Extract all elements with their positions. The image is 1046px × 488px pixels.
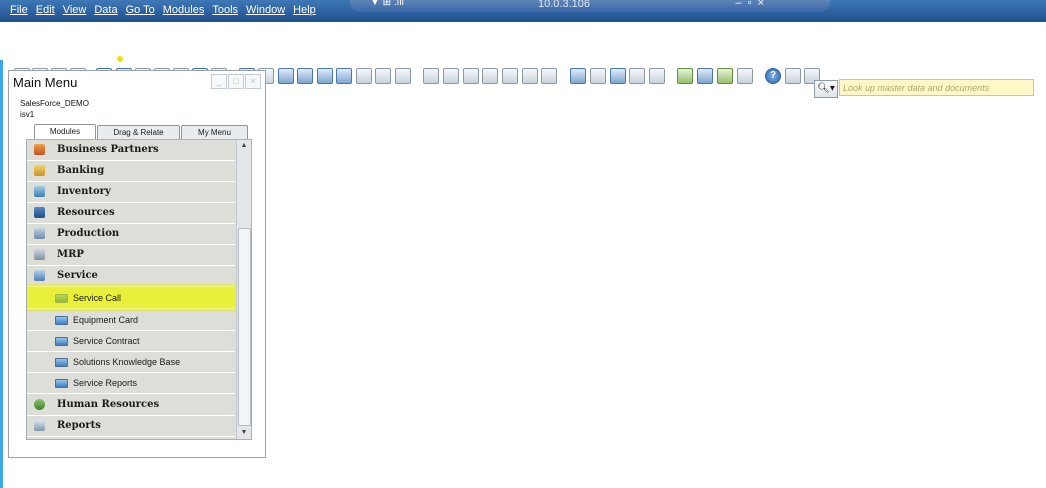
reports-icon xyxy=(34,420,45,431)
desktop-edge xyxy=(0,60,3,488)
filter-icon[interactable] xyxy=(375,68,391,84)
company-name: SalesForce_DEMO xyxy=(20,99,89,108)
menu-item-solutions-knowledge-base[interactable]: Solutions Knowledge Base xyxy=(27,352,235,373)
module-reports[interactable]: Reports xyxy=(27,416,235,437)
base-document-icon[interactable] xyxy=(423,68,439,84)
menu-edit[interactable]: Edit xyxy=(32,4,59,16)
menu-tools[interactable]: Tools xyxy=(208,4,242,16)
messages-icon[interactable] xyxy=(697,68,713,84)
menu-file[interactable]: File xyxy=(6,4,32,16)
layout-icon[interactable] xyxy=(522,68,538,84)
tab-my-menu[interactable]: My Menu xyxy=(181,125,248,140)
menu-window[interactable]: Window xyxy=(242,4,289,16)
previous-record-icon[interactable] xyxy=(297,68,313,84)
main-menu-window: Main Menu _ □ × SalesForce_DEMO isv1 Mod… xyxy=(8,70,266,458)
module-banking[interactable]: Banking xyxy=(27,161,235,182)
close-icon[interactable]: × xyxy=(245,74,261,89)
main-menu-title: Main Menu xyxy=(13,75,78,90)
form-icon xyxy=(55,316,68,325)
window-controls-icon[interactable]: –▫× xyxy=(736,0,770,9)
business-partners-icon xyxy=(34,144,45,155)
module-mrp[interactable]: MRP xyxy=(27,245,235,266)
settings-icon[interactable] xyxy=(785,68,801,84)
folder-icon xyxy=(55,379,68,388)
menu-item-service-call[interactable]: Service Call xyxy=(27,284,241,312)
sort-icon[interactable] xyxy=(395,68,411,84)
help-icon[interactable]: ? xyxy=(765,68,781,84)
form-icon xyxy=(55,358,68,367)
mrp-icon xyxy=(34,249,45,260)
cursor-marker xyxy=(117,56,123,62)
search-input[interactable]: Look up master data and documents xyxy=(839,79,1034,96)
form-icon xyxy=(55,294,68,303)
production-icon xyxy=(34,228,45,239)
toolbar: ? xyxy=(0,32,1046,84)
form-icon xyxy=(55,337,68,346)
tab-modules[interactable]: Modules xyxy=(34,124,96,140)
module-inventory[interactable]: Inventory xyxy=(27,182,235,203)
scroll-thumb[interactable] xyxy=(238,228,251,426)
search-button[interactable]: 🔍︎▾ xyxy=(814,80,838,98)
approve-icon[interactable] xyxy=(610,68,626,84)
message-icon[interactable] xyxy=(629,68,645,84)
inventory-icon xyxy=(34,186,45,197)
minimize-icon[interactable]: _ xyxy=(211,74,227,89)
new-document-icon[interactable] xyxy=(590,68,606,84)
calculator-icon[interactable] xyxy=(677,68,693,84)
refresh-icon[interactable] xyxy=(356,68,372,84)
user-name: isv1 xyxy=(20,110,35,119)
scroll-up-icon[interactable]: ▲ xyxy=(237,140,251,152)
journal-icon[interactable] xyxy=(463,68,479,84)
resources-icon xyxy=(34,207,45,218)
main-menu-tabs: Modules Drag & Relate My Menu xyxy=(34,124,249,140)
edit-icon[interactable] xyxy=(570,68,586,84)
menu-help[interactable]: Help xyxy=(289,4,320,16)
tab-drag-relate[interactable]: Drag & Relate xyxy=(97,125,180,140)
last-record-icon[interactable] xyxy=(336,68,352,84)
alert-icon[interactable] xyxy=(649,68,665,84)
modules-scrollbar[interactable]: ▲ ▼ xyxy=(236,140,251,439)
menu-data[interactable]: Data xyxy=(90,4,121,16)
menu-item-service-reports[interactable]: Service Reports xyxy=(27,373,235,394)
remote-address: 10.0.3.106 xyxy=(538,0,590,10)
gross-profit-icon[interactable] xyxy=(502,68,518,84)
remote-connection-bar: ▼ ⊞ .ıll 10.0.3.106 –▫× xyxy=(350,0,830,12)
first-record-icon[interactable] xyxy=(278,68,294,84)
menu-bar: File Edit View Data Go To Modules Tools … xyxy=(0,0,1046,22)
menu-view[interactable]: View xyxy=(59,4,91,16)
menu-item-equipment-card[interactable]: Equipment Card xyxy=(27,310,235,331)
module-human-resources[interactable]: Human Resources xyxy=(27,395,235,416)
module-resources[interactable]: Resources xyxy=(27,203,235,224)
maximize-icon[interactable]: □ xyxy=(228,74,244,89)
window-controls: _ □ × xyxy=(211,74,261,89)
modules-list: Business Partners Banking Inventory Reso… xyxy=(26,139,252,440)
search-icon: 🔍︎▾ xyxy=(817,83,835,94)
menu-modules[interactable]: Modules xyxy=(159,4,209,16)
service-icon xyxy=(34,270,45,281)
calendar-icon[interactable] xyxy=(717,68,733,84)
banking-icon xyxy=(34,165,45,176)
menu-goto[interactable]: Go To xyxy=(122,4,159,16)
scroll-down-icon[interactable]: ▼ xyxy=(237,427,251,439)
module-production[interactable]: Production xyxy=(27,224,235,245)
menu-item-service-contract[interactable]: Service Contract xyxy=(27,331,235,352)
network-icon[interactable] xyxy=(737,68,753,84)
form-settings-icon[interactable] xyxy=(541,68,557,84)
module-business-partners[interactable]: Business Partners xyxy=(27,140,235,161)
target-document-icon[interactable] xyxy=(443,68,459,84)
pin-icon[interactable]: ▼ ⊞ .ıll xyxy=(370,0,404,8)
human-resources-icon xyxy=(34,399,45,410)
next-record-icon[interactable] xyxy=(317,68,333,84)
transaction-icon[interactable] xyxy=(482,68,498,84)
